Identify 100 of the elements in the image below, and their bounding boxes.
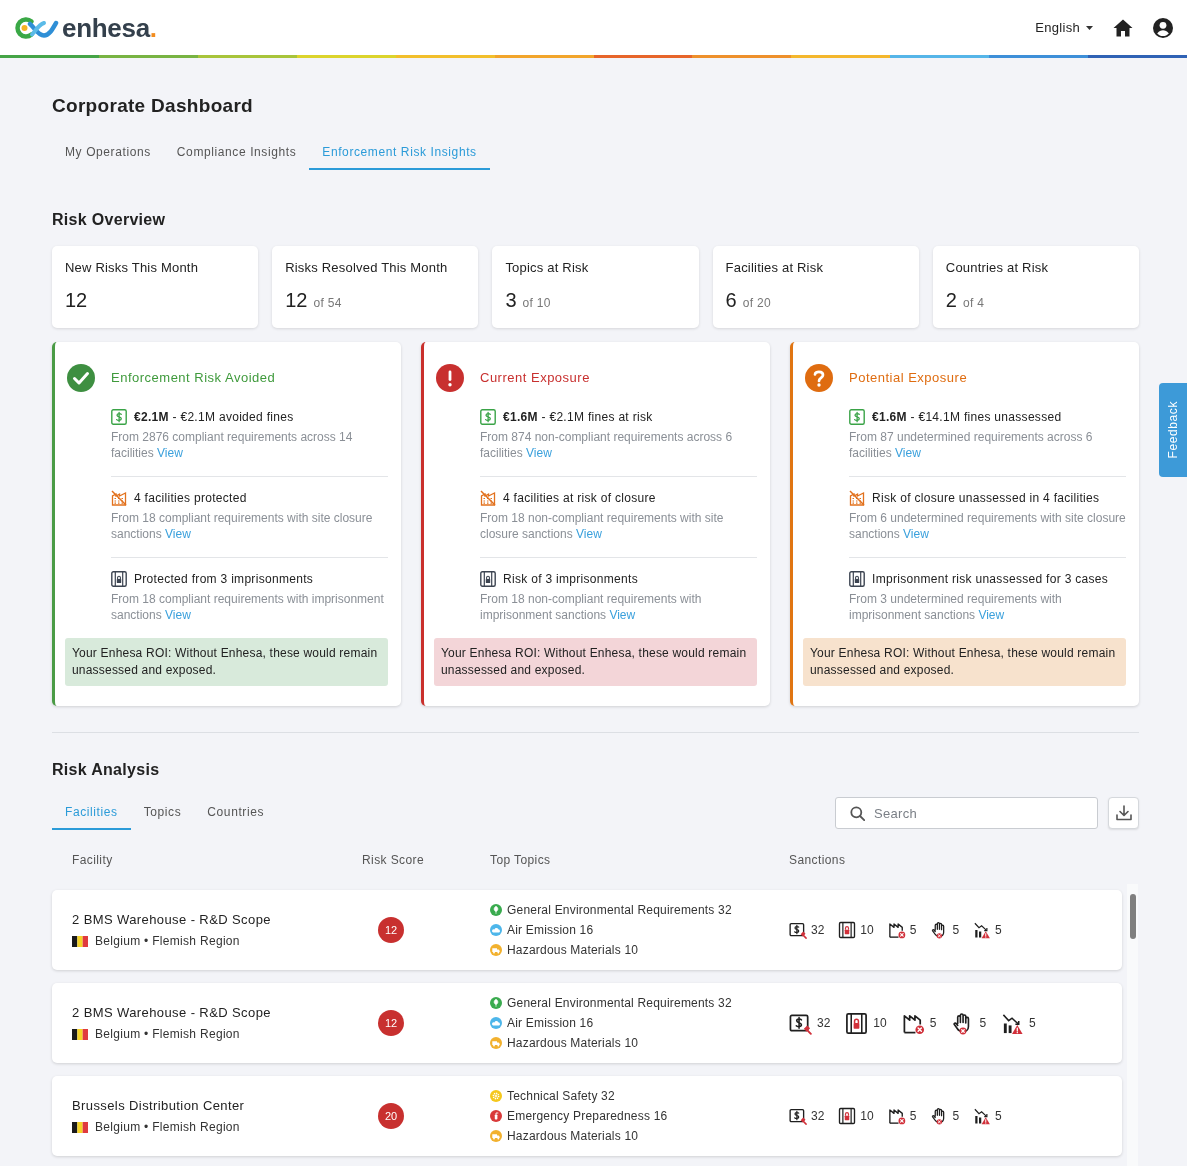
view-link[interactable]: View — [165, 608, 191, 622]
language-dropdown[interactable]: English — [1035, 17, 1093, 38]
tab[interactable]: Enforcement Risk Insights — [309, 135, 490, 170]
question-circle-icon — [805, 364, 833, 392]
view-link[interactable]: View — [526, 446, 552, 460]
facility-name: Brussels Distribution Center — [72, 1097, 246, 1115]
search-icon — [850, 806, 865, 821]
item-description: From 87 undetermined requirements across 6 facilities View — [849, 429, 1094, 461]
tab[interactable]: Compliance Insights — [163, 135, 310, 170]
sanction-count: 10 — [860, 922, 874, 939]
sanction-count: 5 — [952, 922, 960, 939]
page-title: Corporate Dashboard — [52, 94, 254, 118]
item-headline: €2.1M - €2.1M avoided fines — [134, 409, 294, 426]
item-description: From 18 non-compliant requirements with imprisonment sanctions View — [480, 591, 703, 623]
dollar-gavel-icon — [789, 921, 807, 939]
exclamation-circle-icon — [436, 364, 464, 392]
facility-row[interactable]: Brussels Distribution Center Belgium • Flemish Region 20 Technical Safety 32 Emergency Preparedness 16 Hazardous Materials 10 32 10 5 5 5 — [52, 1076, 1122, 1156]
sanction-count: 10 — [860, 1108, 874, 1125]
facility-location: Belgium • Flemish Region — [95, 933, 240, 949]
facility-row[interactable]: 2 BMS Warehouse - R&D Scope Belgium • Flemish Region 12 General Environmental Requirements 32 Air Emission 16 Hazardous Materials 10 32 10 5 5 5 — [52, 983, 1122, 1063]
feedback-tab[interactable]: Feedback — [1159, 383, 1187, 477]
barred-lock-icon — [849, 571, 865, 587]
dollar-icon — [849, 409, 865, 425]
roi-note: Your Enhesa ROI: Without Enhesa, these would remain unassessed and exposed. — [65, 638, 388, 686]
view-link[interactable]: View — [895, 446, 921, 460]
view-link[interactable]: View — [157, 446, 183, 460]
facility-name: 2 BMS Warehouse - R&D Scope — [72, 911, 272, 929]
column-header: Sanctions — [789, 852, 847, 869]
stat-label: Topics at Risk — [505, 260, 590, 276]
stat-total: of 20 — [742, 295, 771, 312]
item-headline: Imprisonment risk unassessed for 3 cases — [872, 571, 1109, 588]
tab[interactable]: Facilities — [52, 795, 131, 830]
home-icon[interactable] — [1113, 18, 1133, 37]
sanction-count: 5 — [995, 922, 1002, 939]
chart-warning-icon — [973, 1107, 992, 1125]
crossed-building-icon — [849, 490, 865, 506]
scrollbar-thumb[interactable] — [1130, 894, 1136, 939]
stat-total: of 4 — [962, 295, 985, 312]
user-icon[interactable] — [1153, 17, 1173, 38]
tab[interactable]: My Operations — [52, 135, 164, 170]
sanction-count: 32 — [811, 1108, 825, 1125]
download-icon — [1114, 804, 1133, 822]
topic-label: Hazardous Materials 10 — [507, 1128, 639, 1145]
risk-score-badge: 12 — [378, 1010, 404, 1036]
column-header: Risk Score — [362, 852, 425, 869]
facility-location: Belgium • Flemish Region — [95, 1026, 240, 1042]
dollar-gavel-icon — [789, 1011, 812, 1035]
view-link[interactable]: View — [609, 608, 636, 622]
section-title: Risk Overview — [52, 210, 167, 230]
stat-total: of 10 — [522, 295, 551, 312]
barred-lock-icon — [838, 1107, 857, 1125]
topic-label: Technical Safety 32 — [507, 1088, 615, 1105]
card-title: Enforcement Risk Avoided — [111, 369, 276, 388]
item-description: From 18 compliant requirements with imprisonment sanctions View — [111, 591, 385, 623]
stat-value: 12 — [285, 288, 308, 312]
barred-lock-icon — [845, 1011, 869, 1035]
sanction-count: 5 — [979, 1015, 987, 1032]
topic-label: Hazardous Materials 10 — [507, 1035, 639, 1052]
item-description: From 874 non-compliant requirements across 6 facilities View — [480, 429, 734, 461]
belgium-flag-icon — [72, 935, 88, 947]
sanction-count: 5 — [909, 922, 917, 939]
tab[interactable]: Topics — [130, 795, 195, 830]
risk-score-badge: 20 — [378, 1103, 404, 1129]
chart-warning-icon — [973, 921, 992, 939]
stat-value: 12 — [65, 288, 88, 312]
belgium-flag-icon — [72, 1121, 88, 1133]
logo-wordmark: enhesa. — [62, 12, 157, 43]
stat-total: of 54 — [313, 295, 342, 312]
card-title: Potential Exposure — [849, 369, 968, 388]
view-link[interactable]: View — [903, 527, 929, 541]
item-headline: 4 facilities at risk of closure — [503, 490, 656, 507]
logo-icon — [15, 14, 59, 41]
topic-label: General Environmental Requirements 32 — [507, 995, 732, 1012]
download-button[interactable] — [1108, 797, 1139, 829]
topic-label: Air Emission 16 — [507, 922, 594, 939]
stat-value: 3 — [505, 288, 517, 312]
facility-row[interactable]: 2 BMS Warehouse - R&D Scope Belgium • Flemish Region 12 General Environmental Requirements 32 Air Emission 16 Hazardous Materials 10 32 10 5 5 5 — [52, 890, 1122, 970]
item-headline: Protected from 3 imprisonments — [134, 571, 314, 588]
view-link[interactable]: View — [165, 527, 191, 541]
roi-note: Your Enhesa ROI: Without Enhesa, these would remain unassessed and exposed. — [803, 638, 1126, 686]
stat-value: 6 — [725, 288, 737, 312]
barred-lock-icon — [111, 571, 127, 587]
topic-label: Hazardous Materials 10 — [507, 942, 639, 959]
belgium-flag-icon — [72, 1028, 88, 1040]
view-link[interactable]: View — [978, 608, 1005, 622]
view-link[interactable]: View — [576, 527, 602, 541]
topic-label: General Environmental Requirements 32 — [507, 902, 732, 919]
sanction-count: 5 — [1029, 1015, 1036, 1032]
stat-value: 2 — [945, 288, 957, 312]
sanction-count: 5 — [952, 1108, 960, 1125]
stat-label: New Risks This Month — [65, 260, 200, 276]
dollar-gavel-icon — [789, 1107, 807, 1125]
tab[interactable]: Countries — [194, 795, 278, 830]
item-headline: 4 facilities protected — [134, 490, 247, 507]
item-description: From 18 non-compliant requirements with site closure sanctions View — [480, 510, 725, 542]
section-title: Risk Analysis — [52, 760, 161, 780]
caret-icon — [1086, 25, 1093, 30]
search-field[interactable]: Search — [835, 797, 1098, 829]
facility-name: 2 BMS Warehouse - R&D Scope — [72, 1004, 272, 1022]
item-headline: €1.6M - €14.1M fines unassessed — [872, 409, 1062, 426]
